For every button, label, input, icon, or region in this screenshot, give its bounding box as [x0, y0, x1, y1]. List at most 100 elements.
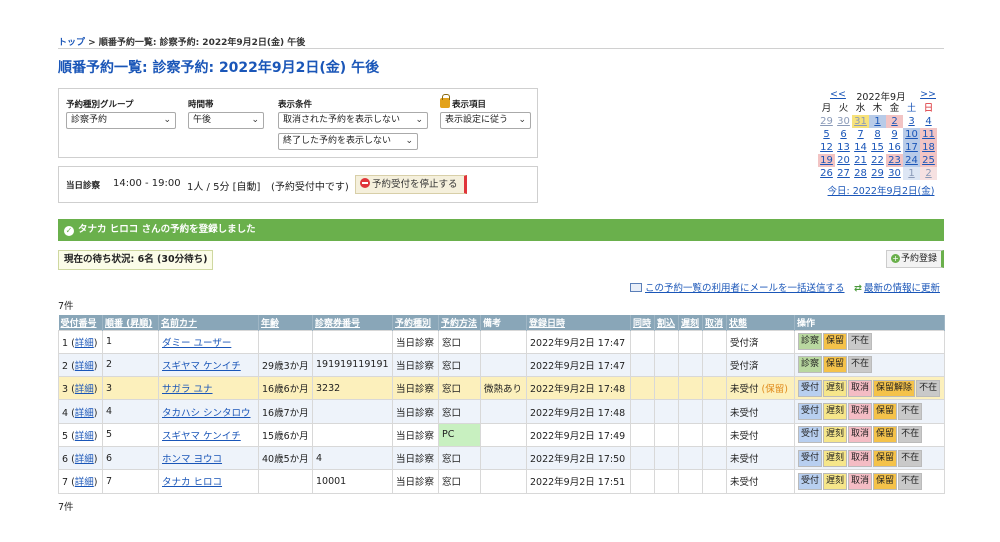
action-button[interactable]: 受付: [798, 472, 823, 490]
calendar-day[interactable]: 20: [835, 154, 852, 167]
calendar-day[interactable]: 26: [818, 167, 835, 180]
calendar-day[interactable]: 16: [886, 141, 903, 154]
action-button[interactable]: 保留: [873, 426, 898, 444]
action-button[interactable]: 不在: [898, 426, 923, 444]
calendar-day[interactable]: 5: [818, 128, 835, 141]
calendar-next-link[interactable]: >>: [920, 89, 936, 100]
calendar-day[interactable]: 18: [920, 141, 937, 154]
patient-name-link[interactable]: タカハシ シンタロウ: [162, 408, 251, 419]
column-header[interactable]: 予約方法: [438, 315, 481, 330]
action-button[interactable]: 取消: [848, 426, 873, 444]
action-button[interactable]: 遅刻: [823, 379, 848, 397]
finished-filter-select[interactable]: 終了した予約を表示しない ⌄: [278, 133, 418, 150]
action-button[interactable]: 保留解除: [873, 379, 916, 397]
refresh-link[interactable]: ⇄ 最新の情報に更新: [854, 280, 940, 294]
calendar-day[interactable]: 27: [835, 167, 852, 180]
action-button[interactable]: 取消: [848, 449, 873, 467]
action-button[interactable]: 不在: [898, 449, 923, 467]
patient-name-link[interactable]: スギヤマ ケンイチ: [162, 431, 241, 442]
calendar-day[interactable]: 8: [869, 128, 886, 141]
action-button[interactable]: 不在: [898, 403, 923, 421]
calendar-day[interactable]: 2: [886, 115, 903, 128]
action-button[interactable]: 不在: [848, 333, 873, 351]
action-button[interactable]: 不在: [898, 472, 923, 490]
display-items-select[interactable]: 表示設定に従う ⌄: [440, 112, 531, 129]
calendar-day[interactable]: 17: [903, 141, 920, 154]
detail-link[interactable]: 詳細: [75, 384, 94, 395]
group-select[interactable]: 診察予約 ⌄: [66, 112, 176, 129]
patient-name-link[interactable]: ダミー ユーザー: [162, 338, 231, 349]
action-button[interactable]: 保留: [873, 472, 898, 490]
action-button[interactable]: 遅刻: [823, 449, 848, 467]
action-button[interactable]: 遅刻: [823, 426, 848, 444]
column-header[interactable]: 予約種別: [392, 315, 439, 330]
detail-link[interactable]: 詳細: [75, 361, 94, 372]
action-button[interactable]: 保留: [873, 449, 898, 467]
patient-name-link[interactable]: ホンマ ヨウコ: [162, 454, 222, 465]
calendar-day[interactable]: 2: [920, 167, 937, 180]
action-button[interactable]: 遅刻: [823, 403, 848, 421]
detail-link[interactable]: 詳細: [75, 408, 94, 419]
action-button[interactable]: 遅刻: [823, 472, 848, 490]
action-button[interactable]: 取消: [848, 472, 873, 490]
detail-link[interactable]: 詳細: [75, 454, 94, 465]
calendar-day[interactable]: 25: [920, 154, 937, 167]
calendar-day[interactable]: 7: [852, 128, 869, 141]
calendar-day[interactable]: 13: [835, 141, 852, 154]
action-button[interactable]: 取消: [848, 379, 873, 397]
action-button[interactable]: 受付: [798, 426, 823, 444]
calendar-today-link[interactable]: 今日: 2022年9月2日(金): [818, 183, 944, 197]
stop-reception-button[interactable]: 予約受付を停止する: [355, 175, 467, 194]
action-button[interactable]: 不在: [916, 379, 941, 397]
action-button[interactable]: 保留: [823, 333, 848, 351]
column-header[interactable]: 登録日時: [526, 315, 631, 330]
calendar-day[interactable]: 22: [869, 154, 886, 167]
detail-link[interactable]: 詳細: [75, 338, 94, 349]
action-button[interactable]: 取消: [848, 403, 873, 421]
calendar-day[interactable]: 1: [903, 167, 920, 180]
detail-link[interactable]: 詳細: [75, 431, 94, 442]
calendar-day[interactable]: 12: [818, 141, 835, 154]
column-header[interactable]: 診察券番号: [312, 315, 393, 330]
calendar-day[interactable]: 10: [903, 128, 920, 141]
column-header[interactable]: 同時: [630, 315, 655, 330]
column-header[interactable]: 割込: [654, 315, 679, 330]
action-button[interactable]: 受付: [798, 403, 823, 421]
action-button[interactable]: 不在: [848, 356, 873, 374]
calendar-day[interactable]: 3: [903, 115, 920, 128]
column-header[interactable]: 取消: [702, 315, 727, 330]
calendar-day[interactable]: 15: [869, 141, 886, 154]
action-button[interactable]: 受付: [798, 379, 823, 397]
patient-name-link[interactable]: サガラ ユナ: [162, 384, 213, 395]
action-button[interactable]: 診察: [798, 333, 823, 351]
calendar-day[interactable]: 23: [886, 154, 903, 167]
column-header[interactable]: 受付番号: [58, 315, 103, 330]
action-button[interactable]: 保留: [823, 356, 848, 374]
time-select[interactable]: 午後 ⌄: [188, 112, 264, 129]
bulk-mail-link[interactable]: この予約一覧の利用者にメールを一括送信する: [630, 280, 845, 294]
calendar-day[interactable]: 30: [886, 167, 903, 180]
column-header[interactable]: 順番 (昇順): [102, 315, 159, 330]
calendar-day[interactable]: 21: [852, 154, 869, 167]
breadcrumb-top-link[interactable]: トップ: [58, 38, 85, 48]
calendar-day[interactable]: 4: [920, 115, 937, 128]
calendar-day[interactable]: 29: [818, 115, 835, 128]
calendar-day[interactable]: 28: [852, 167, 869, 180]
calendar-prev-link[interactable]: <<: [830, 89, 846, 100]
calendar-day[interactable]: 6: [835, 128, 852, 141]
action-button[interactable]: 診察: [798, 356, 823, 374]
action-button[interactable]: 受付: [798, 449, 823, 467]
calendar-day[interactable]: 1: [869, 115, 886, 128]
calendar-day[interactable]: 29: [869, 167, 886, 180]
calendar-day[interactable]: 14: [852, 141, 869, 154]
calendar-day[interactable]: 24: [903, 154, 920, 167]
column-header[interactable]: 年齢: [258, 315, 313, 330]
calendar-day[interactable]: 19: [818, 154, 835, 167]
register-reservation-button[interactable]: + 予約登録: [886, 250, 944, 268]
calendar-day[interactable]: 30: [835, 115, 852, 128]
detail-link[interactable]: 詳細: [75, 477, 94, 488]
calendar-day[interactable]: 9: [886, 128, 903, 141]
column-header[interactable]: 状態: [726, 315, 795, 330]
column-header[interactable]: 名前カナ: [158, 315, 259, 330]
calendar-day[interactable]: 31: [852, 115, 869, 128]
